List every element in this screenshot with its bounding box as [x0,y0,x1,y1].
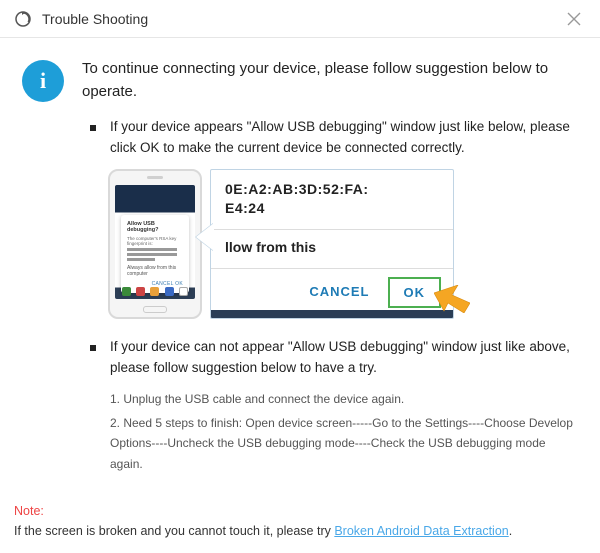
content-area: i To continue connecting your device, pl… [0,38,600,488]
suggestion-1: If your device appears "Allow USB debugg… [82,117,578,159]
phone-dialog-line [127,248,177,251]
divider [211,229,453,230]
mac-address-line1: 0E:A2:AB:3D:52:FA: [225,180,441,200]
phone-dialog-sub: The computer's RSA key fingerprint is: [127,236,183,246]
lead-text: To continue connecting your device, plea… [82,58,578,103]
titlebar: Trouble Shooting [0,0,600,38]
phone-app-icon [136,287,145,296]
note-text-before: If the screen is broken and you cannot t… [14,524,334,538]
info-icon: i [22,60,64,102]
step-2: 2. Need 5 steps to finish: Open device s… [110,413,578,474]
phone-dialog-check: Always allow from this computer [127,265,183,277]
bullet-icon [90,125,96,131]
phone-screen: Allow USB debugging? The computer's RSA … [115,185,195,299]
allow-from-text: llow from this [225,238,441,258]
bullet-icon [90,345,96,351]
phone-mock: Allow USB debugging? The computer's RSA … [108,169,202,319]
phone-app-icon [122,287,131,296]
phone-dialog-title: Allow USB debugging? [127,221,183,233]
main-column: To continue connecting your device, plea… [82,58,578,478]
phone-home-button [143,306,167,313]
ok-button-highlight: OK [388,277,442,309]
callout-actions: CANCEL OK [225,277,441,309]
callout-inner: 0E:A2:AB:3D:52:FA: E4:24 llow from this … [211,170,453,318]
numbered-steps: 1. Unplug the USB cable and connect the … [110,389,578,475]
android-nav-bar [211,310,453,318]
note-block: Note: If the screen is broken and you ca… [14,501,512,541]
divider [211,268,453,269]
phone-dialog: Allow USB debugging? The computer's RSA … [121,215,189,293]
note-text-after: . [509,524,512,538]
cancel-button[interactable]: CANCEL [309,283,369,301]
phone-speaker [147,176,163,179]
phone-dialog-line [127,253,177,256]
callout-panel: 0E:A2:AB:3D:52:FA: E4:24 llow from this … [210,169,454,319]
ok-button[interactable]: OK [404,285,426,300]
info-column: i [22,58,82,478]
close-icon[interactable] [562,7,586,31]
phone-app-icon [165,287,174,296]
window-title: Trouble Shooting [42,11,562,27]
note-label: Note: [14,504,44,518]
suggestion-1-text: If your device appears "Allow USB debugg… [110,117,578,159]
broken-android-link[interactable]: Broken Android Data Extraction [334,524,508,538]
phone-app-icon [150,287,159,296]
app-icon [14,10,32,28]
callout-arrow-icon [196,223,214,251]
phone-app-icon [179,287,188,296]
suggestion-2-text: If your device can not appear "Allow USB… [110,337,578,379]
suggestion-2: If your device can not appear "Allow USB… [82,337,578,379]
step-1: 1. Unplug the USB cable and connect the … [110,389,578,409]
illustration: Allow USB debugging? The computer's RSA … [108,169,458,319]
phone-dialog-line [127,258,155,261]
mac-address-line2: E4:24 [225,199,441,219]
phone-app-row [115,287,195,296]
pointer-arrow-icon [434,285,470,318]
